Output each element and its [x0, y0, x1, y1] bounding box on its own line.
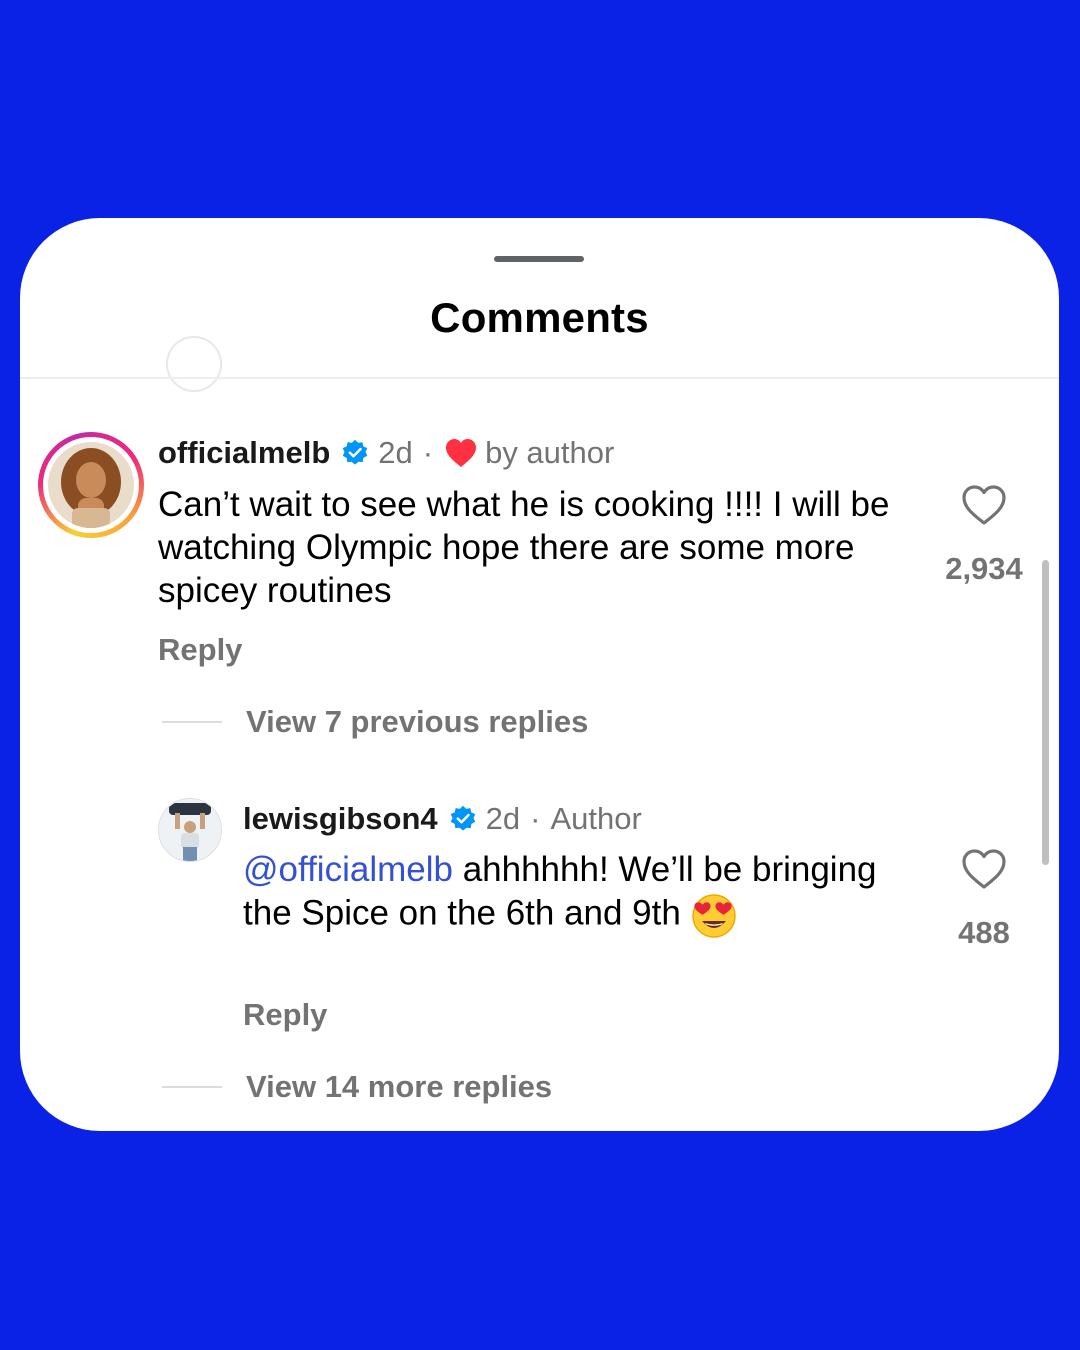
- separator-dot: ·: [530, 801, 541, 836]
- view-replies-label: View 14 more replies: [246, 1069, 553, 1104]
- like-heart-icon[interactable]: [961, 848, 1007, 890]
- comment-text: Can’t wait to see what he is cooking !!!…: [158, 485, 890, 610]
- thread-line: [162, 721, 222, 723]
- avatar[interactable]: [48, 442, 134, 528]
- partial-avatar: [166, 336, 222, 392]
- comment-meta: officialmelb 2d · by author: [158, 435, 614, 471]
- heart-icon: [446, 439, 477, 467]
- view-more-replies-button[interactable]: View 14 more replies: [162, 1069, 552, 1105]
- reply-button[interactable]: Reply: [243, 997, 327, 1033]
- view-previous-replies-button[interactable]: View 7 previous replies: [162, 704, 588, 740]
- drag-handle[interactable]: [494, 256, 584, 262]
- thread-line: [162, 1086, 222, 1088]
- heart-eyes-emoji: [691, 894, 736, 938]
- mention-link[interactable]: @officialmelb: [243, 850, 453, 889]
- view-replies-label: View 7 previous replies: [246, 704, 589, 739]
- avatar-story-ring[interactable]: [38, 432, 144, 538]
- scrollbar[interactable]: [1042, 560, 1049, 865]
- comment-text: @officialmelb ahhhhhh! We’ll be bringing…: [243, 848, 923, 939]
- comment-meta: lewisgibson4 2d · Author: [243, 801, 642, 837]
- username[interactable]: officialmelb: [158, 435, 330, 471]
- like-count: 2,934: [945, 551, 1023, 586]
- sheet-title: Comments: [430, 294, 649, 341]
- like-heart-icon[interactable]: [961, 484, 1007, 526]
- comment-time: 2d: [378, 435, 413, 470]
- verified-badge-icon: [343, 439, 368, 465]
- author-label: Author: [550, 801, 642, 836]
- reply-button[interactable]: Reply: [158, 632, 242, 668]
- header-divider: [20, 377, 1059, 379]
- separator-dot: ·: [422, 435, 434, 470]
- like-count: 488: [958, 915, 1010, 950]
- liked-by-author-label: by author: [485, 435, 615, 470]
- avatar[interactable]: [158, 798, 222, 862]
- comments-sheet: Comments officialmelb 2d · by author Can…: [20, 218, 1059, 1131]
- verified-badge-icon: [450, 805, 475, 831]
- username[interactable]: lewisgibson4: [243, 801, 438, 837]
- comment-time: 2d: [485, 801, 521, 836]
